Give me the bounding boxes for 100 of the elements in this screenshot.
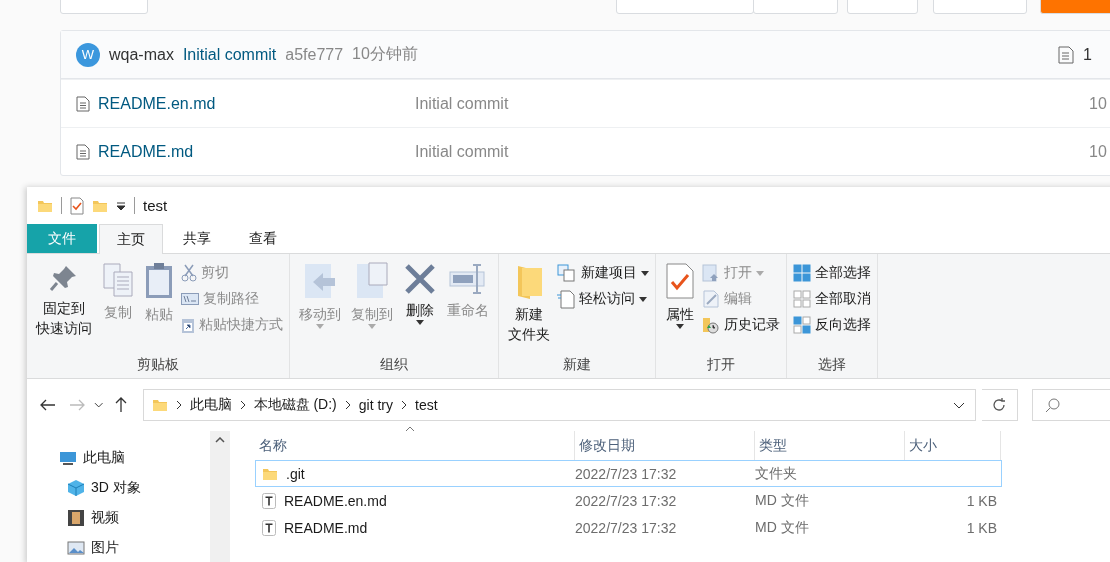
column-header[interactable]: 大小 bbox=[905, 431, 1001, 460]
chevron-right-icon[interactable] bbox=[344, 400, 351, 410]
grid-icon bbox=[793, 316, 811, 334]
search-field[interactable] bbox=[1031, 389, 1110, 421]
new-item-icon bbox=[557, 264, 577, 282]
chevron-right-icon[interactable] bbox=[401, 400, 407, 410]
refresh-icon bbox=[991, 397, 1008, 413]
ribbon-button[interactable]: 轻松访问 bbox=[557, 288, 649, 310]
open-icon bbox=[702, 264, 720, 282]
chevron-down-icon[interactable] bbox=[952, 401, 965, 409]
ribbon-button[interactable]: 固定到 快速访问 bbox=[33, 260, 95, 356]
group-label: 新建 bbox=[562, 356, 592, 374]
ribbon-button[interactable]: 反向选择 bbox=[793, 314, 871, 336]
ribbon-button[interactable]: 删除 bbox=[400, 260, 440, 356]
rename-icon bbox=[448, 262, 488, 296]
shortcut-icon bbox=[181, 316, 195, 334]
file-row[interactable]: README.md 2022/7/23 17:32 MD 文件 1 KB bbox=[255, 514, 1002, 541]
grid-icon bbox=[793, 290, 811, 308]
ribbon-button[interactable]: 全部取消 bbox=[793, 288, 871, 310]
document-icon bbox=[1058, 45, 1074, 64]
file-name: README.md bbox=[284, 519, 368, 536]
file-name[interactable]: README.md bbox=[98, 142, 194, 161]
computer-icon bbox=[59, 450, 77, 466]
document-icon bbox=[76, 95, 90, 112]
arrow-up-icon[interactable] bbox=[115, 397, 128, 413]
ribbon-tab[interactable]: 主页 bbox=[99, 224, 163, 254]
file-name[interactable]: README.en.md bbox=[98, 94, 216, 113]
properties-icon bbox=[665, 262, 695, 300]
file-commit-message[interactable]: Initial commit bbox=[415, 142, 509, 161]
image-icon bbox=[67, 540, 85, 556]
file-commit-message[interactable]: Initial commit bbox=[415, 94, 509, 113]
file-date: 2022/7/23 17:32 bbox=[575, 465, 677, 482]
search-icon bbox=[1044, 397, 1061, 413]
caret-icon[interactable] bbox=[116, 201, 126, 210]
chevron-right-icon[interactable] bbox=[239, 400, 246, 410]
breadcrumb[interactable]: git try bbox=[358, 397, 393, 413]
folder-icon bbox=[151, 397, 168, 413]
clipboard-icon bbox=[144, 262, 174, 300]
delete-icon bbox=[403, 262, 437, 296]
file-size: 1 KB bbox=[966, 519, 997, 536]
document-icon bbox=[557, 289, 575, 309]
file-size: 1 KB bbox=[966, 492, 997, 509]
file-name: README.en.md bbox=[284, 492, 387, 509]
refresh-button[interactable] bbox=[981, 389, 1018, 421]
commit-hash[interactable]: a5fe777 bbox=[285, 45, 344, 64]
column-header[interactable]: 类型 bbox=[755, 431, 905, 460]
breadcrumb[interactable]: test bbox=[415, 397, 438, 413]
ribbon-button[interactable]: 历史记录 bbox=[702, 314, 780, 336]
commit-message[interactable]: Initial commit bbox=[182, 45, 277, 64]
move-icon bbox=[303, 262, 337, 300]
copy-icon bbox=[102, 262, 134, 298]
column-header[interactable]: 修改日期 bbox=[575, 431, 755, 460]
file-row[interactable]: README.en.md 2022/7/23 17:32 MD 文件 1 KB bbox=[255, 487, 1002, 514]
commit-time: 10分钟前 bbox=[352, 44, 418, 64]
address-bar[interactable]: 此电脑 本地磁盘 (D:) git try test bbox=[142, 389, 976, 421]
text-file-icon bbox=[262, 492, 276, 509]
file-name: .git bbox=[286, 465, 305, 482]
chevron-down-icon[interactable] bbox=[94, 402, 104, 408]
nav-item[interactable]: 此电脑 bbox=[27, 443, 210, 473]
properties-icon[interactable] bbox=[70, 196, 84, 215]
path-icon bbox=[181, 293, 199, 305]
scroll-up-icon[interactable] bbox=[215, 437, 225, 443]
breadcrumb[interactable]: 本地磁盘 (D:) bbox=[253, 396, 337, 414]
film-icon bbox=[67, 509, 85, 527]
file-row[interactable]: .git 2022/7/23 17:32 文件夹 bbox=[255, 460, 1002, 487]
file-date: 2022/7/23 17:32 bbox=[575, 492, 677, 509]
group-label: 打开 bbox=[706, 356, 736, 374]
group-label: 选择 bbox=[817, 356, 847, 374]
breadcrumb[interactable]: 此电脑 bbox=[189, 396, 232, 414]
column-header[interactable]: 名称 bbox=[255, 431, 575, 460]
file-time: 10 bbox=[1089, 142, 1107, 161]
ribbon-button[interactable]: 新建项目 bbox=[557, 262, 649, 284]
file-type: 文件夹 bbox=[755, 464, 797, 483]
history-icon bbox=[702, 316, 720, 334]
copy-to-icon bbox=[355, 262, 389, 300]
ribbon-button[interactable]: 全部选择 bbox=[793, 262, 871, 284]
cube-icon bbox=[67, 479, 85, 497]
avatar: W bbox=[76, 42, 100, 67]
file-type: MD 文件 bbox=[755, 491, 809, 510]
edit-icon bbox=[702, 290, 720, 308]
commit-count[interactable]: 1 bbox=[1083, 45, 1110, 64]
file-type: MD 文件 bbox=[755, 518, 809, 537]
text-file-icon bbox=[262, 519, 276, 536]
grid-icon bbox=[793, 264, 811, 282]
nav-item[interactable]: 视频 bbox=[27, 503, 210, 533]
group-label: 剪贴板 bbox=[136, 356, 180, 374]
file-date: 2022/7/23 17:32 bbox=[575, 519, 677, 536]
document-icon bbox=[76, 143, 90, 160]
group-label: 组织 bbox=[379, 356, 409, 374]
nav-item[interactable]: 3D 对象 bbox=[27, 473, 210, 503]
scissors-icon bbox=[181, 264, 197, 282]
scrollbar[interactable] bbox=[210, 431, 230, 562]
arrow-left-icon[interactable] bbox=[40, 399, 57, 411]
ribbon-button[interactable]: 新建 文件夹 bbox=[505, 260, 553, 356]
ribbon-button[interactable]: 属性 bbox=[662, 260, 698, 356]
chevron-right-icon[interactable] bbox=[175, 400, 182, 410]
window-title: test bbox=[143, 197, 168, 214]
nav-item[interactable]: 图片 bbox=[27, 533, 210, 562]
commit-author[interactable]: wqa-max bbox=[109, 45, 174, 64]
file-time: 10 bbox=[1089, 94, 1107, 113]
